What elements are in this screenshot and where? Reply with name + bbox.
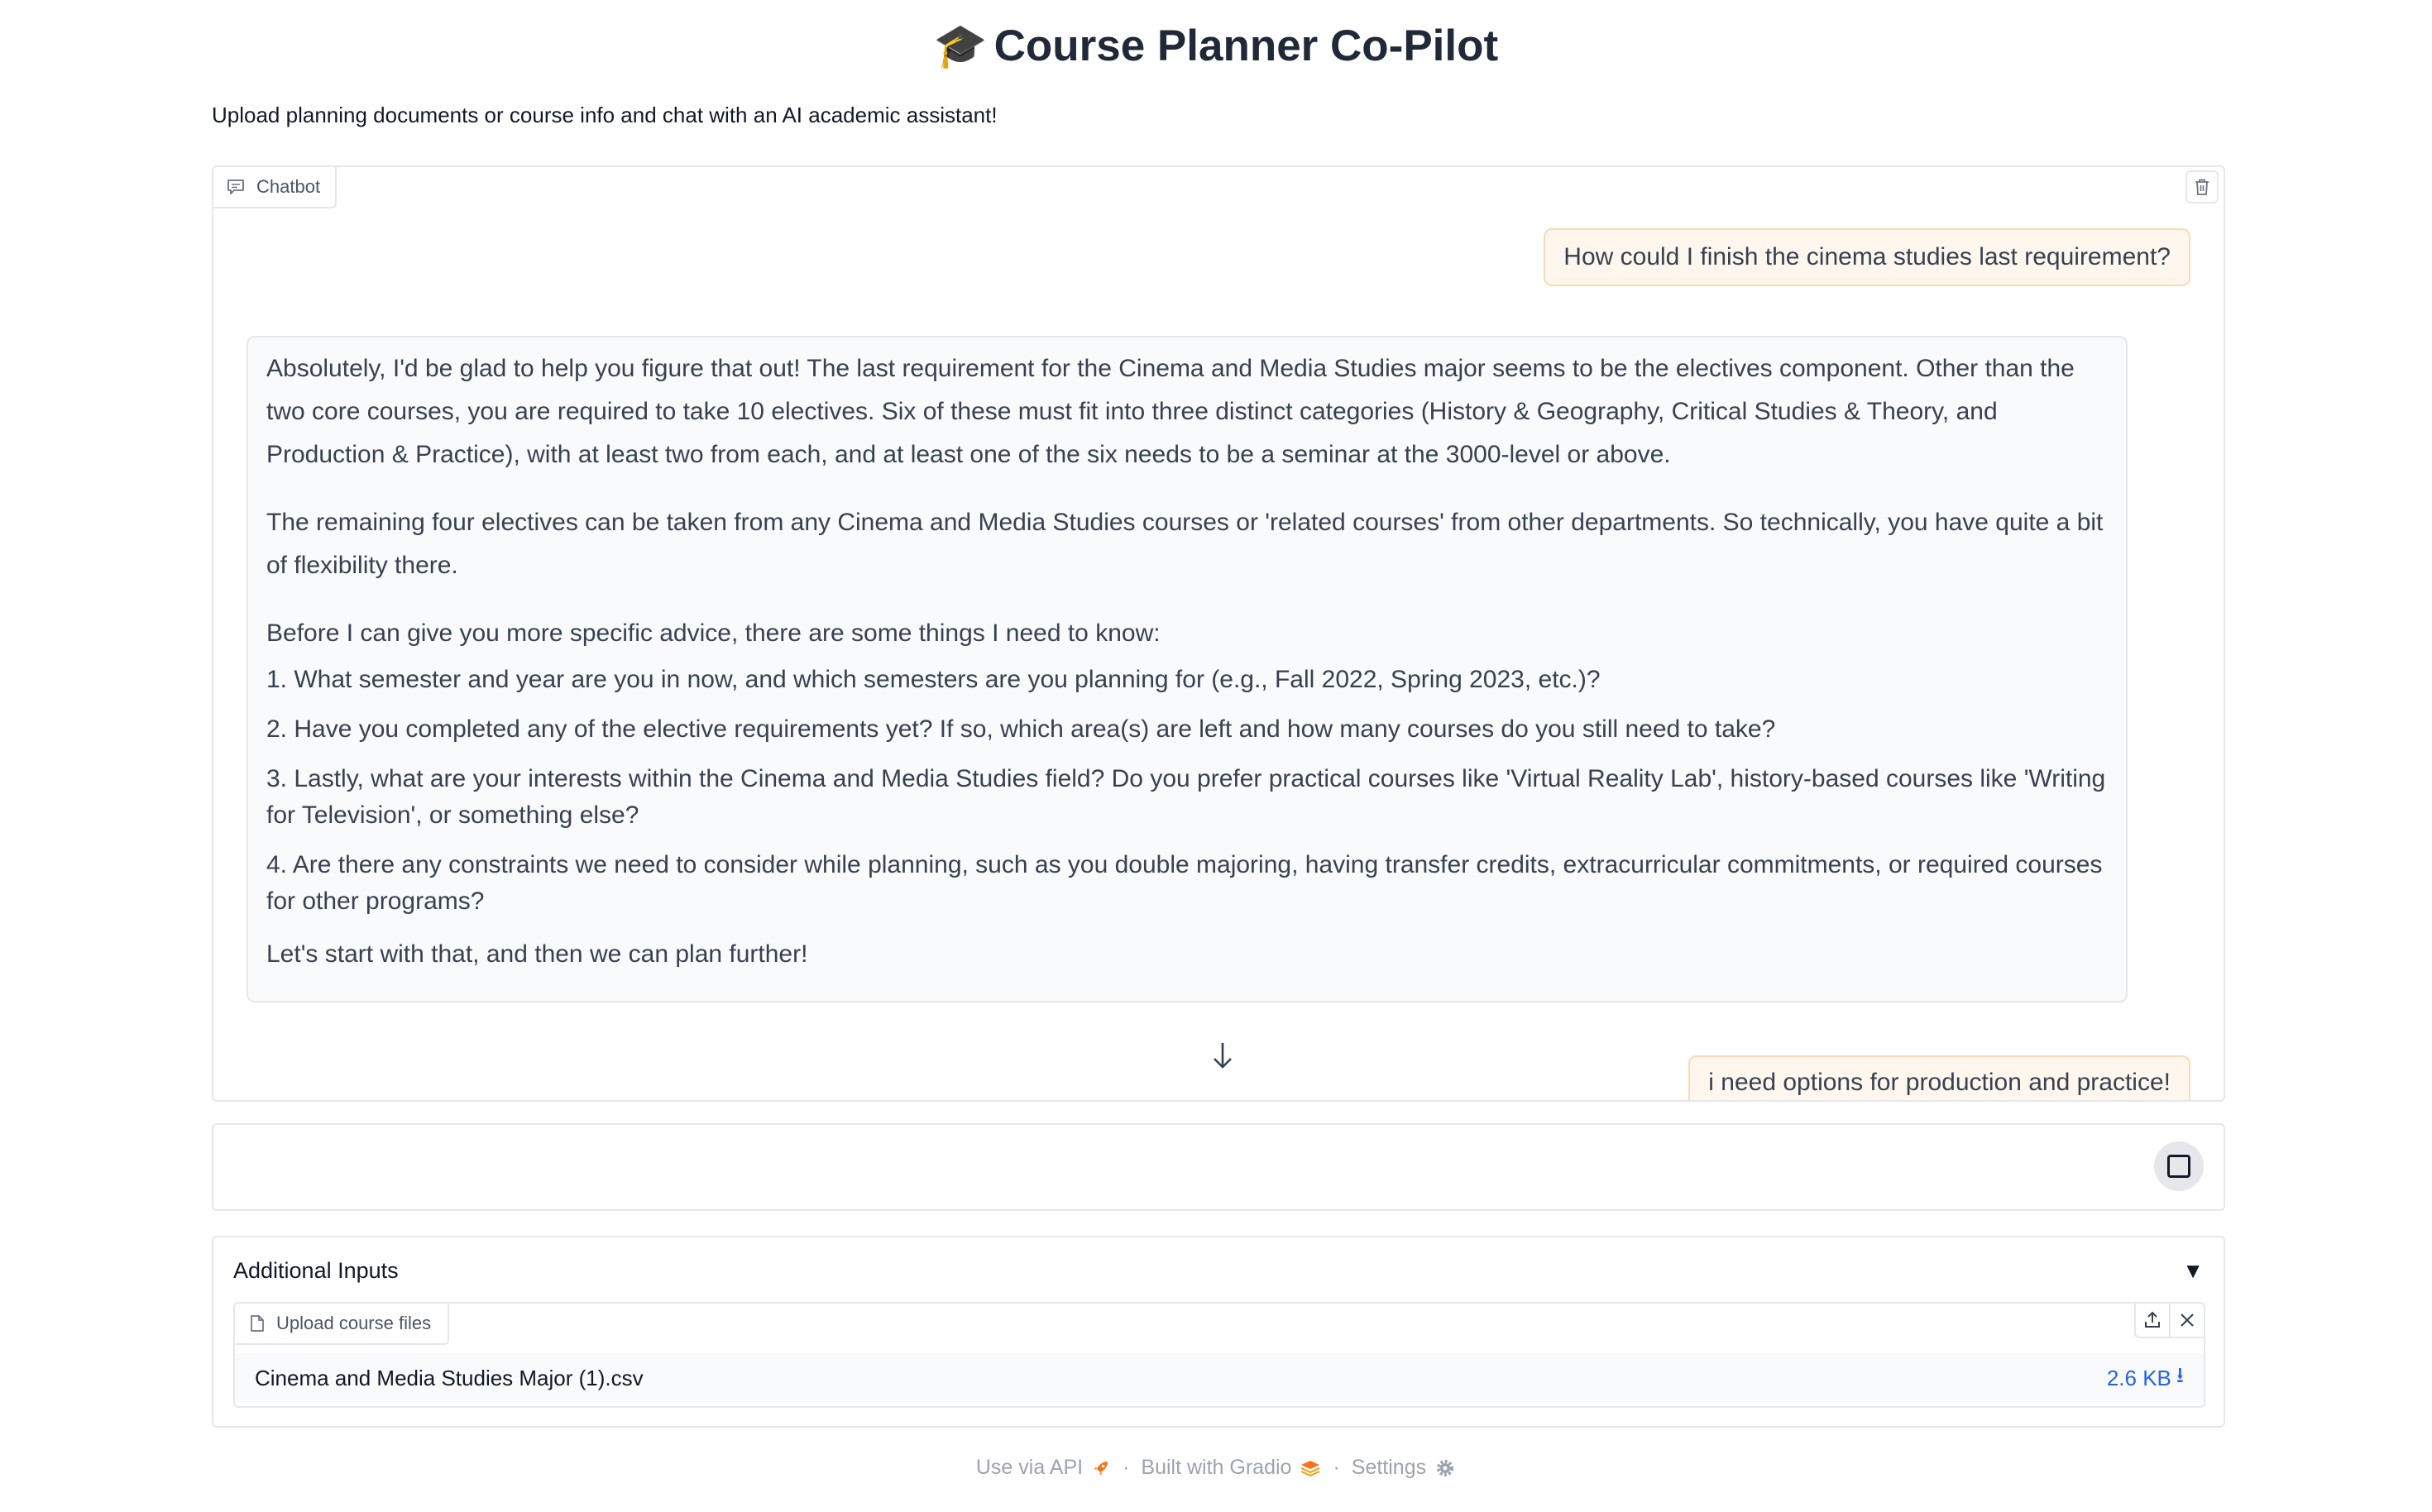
settings-text: Settings (1351, 1456, 1427, 1479)
clear-chat-button[interactable] (2185, 170, 2219, 203)
file-download-link[interactable]: 2.6 KB ⭳ (2107, 1360, 2184, 1396)
scroll-to-bottom-button[interactable] (1206, 1039, 1239, 1072)
use-via-api-link[interactable]: Use via API (976, 1456, 1111, 1480)
uploaded-file-row: Cinema and Media Studies Major (1).csv 2… (235, 1353, 2204, 1403)
bot-paragraph: Let's start with that, and then we can p… (266, 940, 808, 968)
built-with-gradio-link[interactable]: Built with Gradio (1141, 1456, 1321, 1480)
chatbot-label-text: Chatbot (256, 176, 321, 197)
bot-paragraph: The remaining four electives can be take… (266, 509, 2104, 579)
remove-file-button[interactable] (2169, 1304, 2204, 1337)
chat-bubble-icon (227, 179, 244, 194)
built-with-gradio-text: Built with Gradio (1141, 1456, 1292, 1479)
file-actions (2134, 1304, 2204, 1338)
file-upload-label: Upload course files (235, 1304, 450, 1345)
bot-paragraph: Before I can give you more specific advi… (266, 620, 1161, 647)
bot-paragraph: Absolutely, I'd be glad to help you figu… (266, 355, 2075, 468)
gear-icon (1437, 1459, 1454, 1476)
file-size: 2.6 KB (2106, 1365, 2171, 1390)
file-upload-label-text: Upload course files (276, 1313, 432, 1333)
additional-inputs-header[interactable]: Additional Inputs ▼ (233, 1254, 2204, 1287)
stop-button[interactable] (2154, 1141, 2204, 1191)
file-icon (251, 1315, 264, 1332)
upload-button[interactable] (2136, 1304, 2169, 1337)
collapse-toggle-icon[interactable]: ▼ (2182, 1258, 2204, 1284)
footer-separator: · (1333, 1456, 1340, 1479)
user-message: i need options for production and practi… (1688, 1055, 2190, 1100)
file-upload-box: Upload course files Cinema and Media Stu… (233, 1302, 2205, 1408)
chatbot-label: Chatbot (213, 167, 338, 208)
settings-link[interactable]: Settings (1352, 1456, 1456, 1480)
upload-icon (2145, 1311, 2160, 1328)
additional-inputs-accordion: Additional Inputs ▼ Upload course files (212, 1236, 2225, 1428)
bot-message: Absolutely, I'd be glad to help you figu… (247, 336, 2128, 1002)
additional-inputs-title: Additional Inputs (233, 1257, 399, 1283)
footer-separator: · (1123, 1456, 1130, 1479)
graduation-cap-icon: 🎓 (933, 22, 988, 70)
bot-list-item: 2. Have you completed any of the electiv… (266, 715, 1776, 743)
page-title: 🎓 Course Planner Co-Pilot (0, 15, 2432, 78)
arrow-down-icon (1214, 1043, 1232, 1069)
rocket-icon (1094, 1461, 1108, 1476)
user-message: How could I finish the cinema studies la… (1544, 228, 2190, 286)
page-title-text: Course Planner Co-Pilot (993, 22, 1499, 70)
download-icon: ⭳ (2176, 1362, 2184, 1387)
message-input-panel (212, 1123, 2225, 1211)
close-icon (2181, 1313, 2194, 1327)
use-via-api-text: Use via API (975, 1456, 1084, 1479)
chatbot-panel: Chatbot How could I finish the cinema st… (212, 165, 2225, 1102)
file-name: Cinema and Media Studies Major (1).csv (255, 1365, 644, 1390)
gradio-logo-icon (1301, 1460, 1320, 1476)
bot-list-item: 1. What semester and year are you in now… (266, 666, 1601, 693)
footer: Use via API · Built with Gradio · Settin… (0, 1456, 2432, 1480)
message-input[interactable] (230, 1141, 2136, 1193)
page-description: Upload planning documents or course info… (212, 103, 998, 127)
stop-icon (2167, 1155, 2190, 1178)
bot-list-item: 4. Are there any constraints we need to … (266, 851, 2103, 915)
trash-icon (2195, 179, 2209, 195)
bot-list-item: 3. Lastly, what are your interests withi… (266, 765, 2106, 829)
